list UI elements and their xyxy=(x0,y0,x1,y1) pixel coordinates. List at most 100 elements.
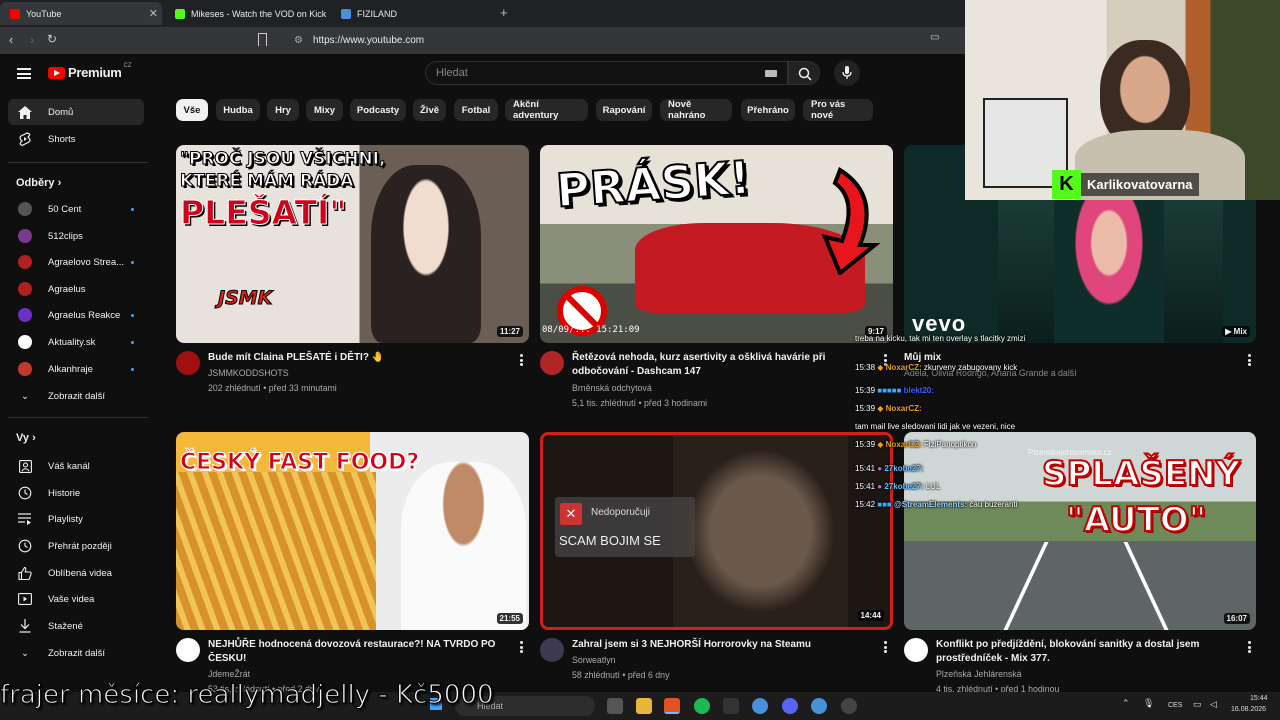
thumbnail-text: "AUTO" xyxy=(1065,499,1207,541)
forward-icon[interactable]: › xyxy=(30,32,34,47)
chip[interactable]: Mixy xyxy=(306,99,343,121)
chip[interactable]: Živě xyxy=(413,99,446,121)
chip[interactable]: Rapování xyxy=(596,99,652,121)
sidebar-item-label: Váš kanál xyxy=(48,460,90,472)
chip[interactable]: Hudba xyxy=(216,99,260,121)
channel-avatar[interactable] xyxy=(904,638,928,662)
clock-time[interactable]: 15:44 xyxy=(1250,695,1268,702)
video-title[interactable]: Řetězová nehoda, kurz asertivity a oškli… xyxy=(572,351,837,379)
chip[interactable]: Vše xyxy=(176,99,208,121)
video-thumbnail[interactable]: SPLAŠENÝ "AUTO" Plzenskajehlarenska.cz 1… xyxy=(904,432,1256,630)
video-thumbnail[interactable]: PRÁSK! 08/09/... 15:21:09 9:17 xyxy=(540,145,893,343)
file-explorer-icon[interactable] xyxy=(636,698,652,714)
app-icon[interactable] xyxy=(811,698,827,714)
sidebar-item-sub[interactable]: Agraelus Reakce xyxy=(8,302,144,328)
channel-avatar[interactable] xyxy=(176,351,200,375)
sidebar-item-your-videos[interactable]: Vaše videa xyxy=(8,586,144,612)
channel-name[interactable]: Sorweatlyn xyxy=(572,655,616,665)
video-thumbnail[interactable]: "PROČ JSOU VŠICHNI, KTERÉ MÁM RÁDA PLEŠA… xyxy=(176,145,529,343)
video-title[interactable]: Bude mít Claina PLEŠATÉ i DĚTI? 🤚 xyxy=(208,351,508,365)
reload-icon[interactable]: ↻ xyxy=(47,32,57,46)
video-title[interactable]: Konflikt po předjíždění, blokování sanit… xyxy=(936,638,1236,666)
search-input[interactable]: Hledat xyxy=(425,61,788,85)
sidebar-item-downloads[interactable]: Stažené xyxy=(8,613,144,639)
youtube-premium-logo[interactable]: Premium CZ xyxy=(48,63,132,80)
sidebar-item-sub[interactable]: Agraelus xyxy=(8,276,144,302)
sidebar-item-history[interactable]: Historie xyxy=(8,480,144,506)
more-options-icon[interactable] xyxy=(520,641,523,653)
sidebar-item-sub[interactable]: Alkanhraje xyxy=(8,356,144,382)
channel-avatar[interactable] xyxy=(540,351,564,375)
channel-name[interactable]: Plzeňská Jehlárenská xyxy=(936,669,1022,679)
site-info-icon[interactable]: ⚙ xyxy=(294,35,303,46)
chip[interactable]: Hry xyxy=(267,99,299,121)
chip[interactable]: Fotbal xyxy=(454,99,498,121)
sidebar-item-sub[interactable]: Aktuality.sk xyxy=(8,329,144,355)
chat-text: treba na kicku, tak mi ten overlay s tla… xyxy=(855,334,1026,343)
more-options-icon[interactable] xyxy=(520,354,523,366)
video-thumbnail[interactable]: ČESKÝ FAST FOOD? 21:55 xyxy=(176,432,529,630)
spotify-icon[interactable] xyxy=(694,698,710,714)
chip[interactable]: Pro vás nové xyxy=(803,99,873,121)
close-tab-icon[interactable]: ✕ xyxy=(149,7,158,20)
sidebar-item-your-channel[interactable]: Váš kanál xyxy=(8,453,144,479)
app-icon[interactable] xyxy=(723,698,739,714)
sidebar-item-sub[interactable]: Agraelovo Strea... xyxy=(8,249,144,275)
tab-kick[interactable]: Mikeses - Watch the VOD on Kick xyxy=(165,2,330,25)
task-view-icon[interactable] xyxy=(607,698,623,714)
thumbnail-logo: JSMK xyxy=(217,287,273,310)
network-icon[interactable]: ▭ xyxy=(1193,699,1202,710)
tab-fiziland[interactable]: FIZILAND xyxy=(331,2,491,25)
sidebar-item-home[interactable]: Domů xyxy=(8,99,144,125)
sidebar-item-watch-later[interactable]: Přehrát později xyxy=(8,533,144,559)
chip[interactable]: Podcasty xyxy=(350,99,406,121)
chat-username: blekt20: xyxy=(903,386,934,395)
channel-name[interactable]: JdemeŽrát xyxy=(208,669,250,679)
discord-icon[interactable] xyxy=(782,698,798,714)
clock-date[interactable]: 16.08.2026 xyxy=(1231,706,1266,713)
channel-avatar[interactable] xyxy=(176,638,200,662)
channel-name[interactable]: JSMMKODDSHOTS xyxy=(208,368,289,378)
cast-icon[interactable]: ▭ xyxy=(930,32,939,43)
more-options-icon[interactable] xyxy=(1248,354,1251,366)
new-tab-button[interactable]: + xyxy=(500,5,508,20)
sidebar-item-shorts[interactable]: Shorts xyxy=(8,126,144,152)
app-icon[interactable] xyxy=(841,698,857,714)
video-title[interactable]: Zahral jsem si 3 NEJHORŠÍ Horrorovky na … xyxy=(572,638,872,652)
menu-icon[interactable] xyxy=(17,68,31,79)
more-options-icon[interactable] xyxy=(884,641,887,653)
tab-youtube[interactable]: YouTube ✕ xyxy=(0,2,162,25)
channel-avatar[interactable] xyxy=(540,638,564,662)
search-button[interactable] xyxy=(788,61,820,85)
chip[interactable]: Nově nahráno xyxy=(660,99,732,121)
sidebar-show-more-you[interactable]: ⌄ Zobrazit další xyxy=(8,640,144,666)
language-indicator[interactable]: CES xyxy=(1168,702,1182,709)
thumbs-up-icon xyxy=(12,566,38,580)
sidebar-item-playlists[interactable]: Playlisty xyxy=(8,506,144,532)
app-icon[interactable] xyxy=(752,698,768,714)
brave-browser-icon[interactable] xyxy=(664,698,680,714)
more-options-icon[interactable] xyxy=(1248,641,1251,653)
voice-search-button[interactable] xyxy=(834,60,860,86)
sidebar-item-liked[interactable]: Oblíbená videa xyxy=(8,560,144,586)
sidebar-item-sub[interactable]: 50 Cent xyxy=(8,196,144,222)
you-heading[interactable]: Vy › xyxy=(16,432,36,444)
sidebar-show-more-subs[interactable]: ⌄ Zobrazit další xyxy=(8,383,144,409)
video-title[interactable]: NEJHŮŘE hodnocená dovozová restaurace?! … xyxy=(208,638,508,666)
tray-chevron-icon[interactable]: ⌃ xyxy=(1122,698,1130,709)
chip[interactable]: Přehráno xyxy=(741,99,795,121)
channel-name[interactable]: Brněnská odchytová xyxy=(572,383,652,393)
chat-username: 27kobe27: xyxy=(884,464,924,473)
logo-brand: Premium xyxy=(68,65,122,80)
video-thumbnail[interactable]: ✕ Nedoporučuji SCAM BOJIM SE 14:44 xyxy=(540,432,893,630)
back-icon[interactable]: ‹ xyxy=(9,32,13,47)
microphone-tray-icon[interactable]: 🎙 xyxy=(1143,698,1154,709)
chip[interactable]: Akční adventury xyxy=(505,99,588,121)
keyboard-icon[interactable] xyxy=(765,70,777,77)
duration-badge: 14:44 xyxy=(857,610,884,621)
bookmark-icon[interactable] xyxy=(258,33,267,46)
address-bar[interactable]: ⚙ https://www.youtube.com xyxy=(282,30,922,51)
subscriptions-heading[interactable]: Odběry › xyxy=(16,177,61,189)
volume-icon[interactable]: ◁ xyxy=(1210,699,1217,710)
sidebar-item-sub[interactable]: 512clips xyxy=(8,223,144,249)
